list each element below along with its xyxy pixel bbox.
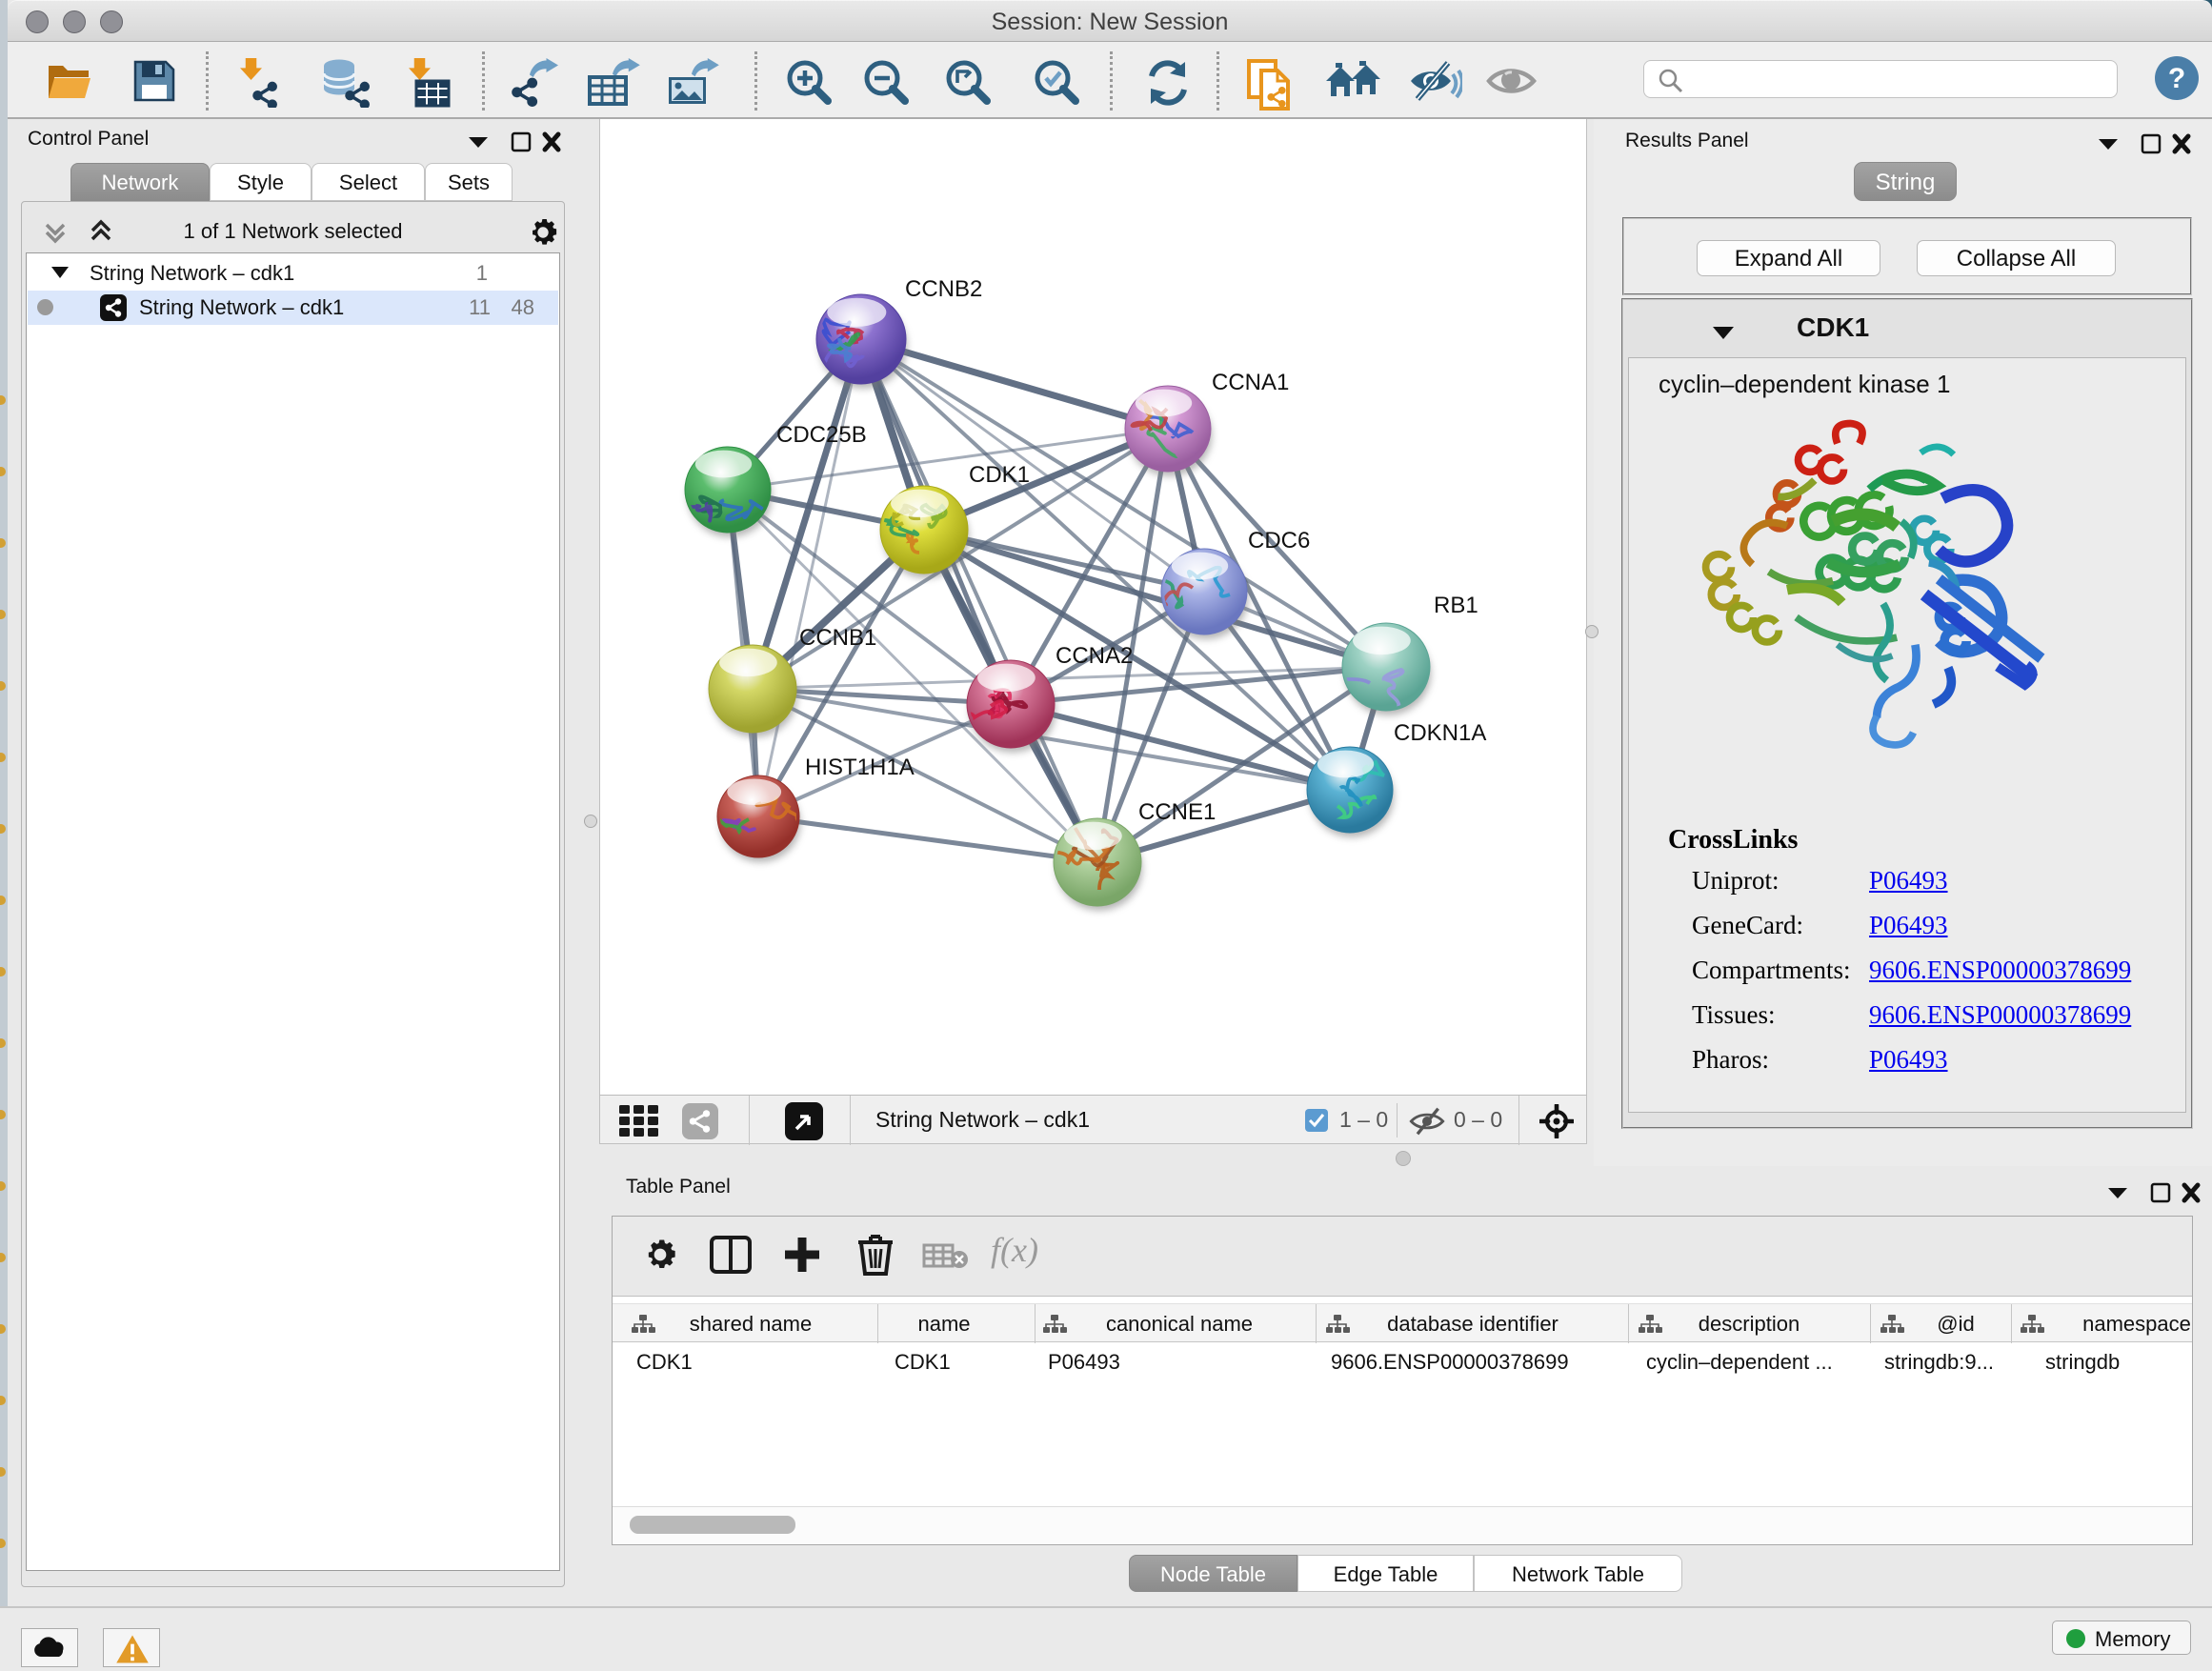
svg-text:CDK1: CDK1 xyxy=(969,462,1030,488)
svg-text:HIST1H1A: HIST1H1A xyxy=(805,755,915,780)
svg-text:CCNB2: CCNB2 xyxy=(905,276,982,302)
svg-text:RB1: RB1 xyxy=(1434,593,1478,618)
svg-text:CCNE1: CCNE1 xyxy=(1138,799,1216,825)
svg-text:CCNA1: CCNA1 xyxy=(1212,370,1289,395)
svg-text:CDC25B: CDC25B xyxy=(776,422,867,448)
svg-text:?: ? xyxy=(2168,63,2185,94)
svg-text:CCNB1: CCNB1 xyxy=(799,625,876,651)
svg-text:CDC6: CDC6 xyxy=(1248,528,1310,554)
svg-text:CDKN1A: CDKN1A xyxy=(1394,720,1486,746)
svg-text:CCNA2: CCNA2 xyxy=(1056,643,1133,669)
